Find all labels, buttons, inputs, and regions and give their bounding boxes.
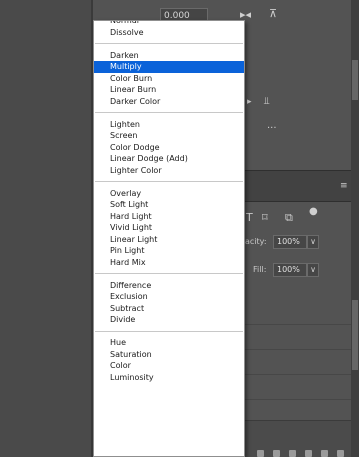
blend-mode-item-darken[interactable]: Darken [94, 50, 244, 62]
layer-row[interactable] [245, 325, 351, 350]
align-bottom-icon[interactable]: ⫫ [264, 96, 270, 108]
layer-row[interactable] [245, 300, 351, 325]
align-top-icon[interactable]: ⊼ [269, 8, 277, 20]
blend-mode-item-linear-burn[interactable]: Linear Burn [94, 84, 244, 96]
blend-mode-list: Normal Dissolve Darken Multiply Color Burn Li… [94, 21, 244, 384]
blend-mode-item-color-burn[interactable]: Color Burn [94, 73, 244, 85]
blend-mode-item-color[interactable]: Color [94, 360, 244, 372]
smart-object-filter-icon[interactable]: ⧉ [285, 212, 293, 224]
document-canvas[interactable] [0, 0, 93, 457]
blend-mode-item-multiply[interactable]: Multiply [94, 61, 244, 73]
blend-mode-item-exclusion[interactable]: Exclusion [94, 291, 244, 303]
scrollbar-thumb[interactable] [352, 60, 358, 100]
blend-mode-item-saturation[interactable]: Saturation [94, 349, 244, 361]
blend-mode-item-luminosity[interactable]: Luminosity [94, 372, 244, 384]
more-options-icon[interactable]: ... [267, 120, 277, 132]
fill-label: Fill: [253, 265, 267, 274]
blend-mode-item-dissolve[interactable]: Dissolve [94, 27, 244, 39]
scrollbar-thumb-lower[interactable] [352, 300, 358, 370]
menu-separator [94, 176, 244, 188]
blend-mode-item-pin-light[interactable]: Pin Light [94, 245, 244, 257]
blend-mode-item-overlay[interactable]: Overlay [94, 188, 244, 200]
menu-separator [94, 326, 244, 338]
opacity-dropdown-icon[interactable]: ∨ [307, 235, 319, 249]
shape-filter-icon[interactable]: ⌑ [262, 212, 268, 224]
menu-separator [94, 38, 244, 50]
blend-mode-dropdown[interactable]: Normal Dissolve Darken Multiply Color Burn Li… [93, 20, 245, 457]
link-layers-icon[interactable] [257, 450, 264, 457]
fill-dropdown-icon[interactable]: ∨ [307, 263, 319, 277]
blend-mode-item-hard-mix[interactable]: Hard Mix [94, 257, 244, 269]
opacity-label: acity: [245, 237, 267, 246]
layers-bottom-tools [245, 450, 351, 457]
new-group-icon[interactable] [321, 450, 328, 457]
fill-input[interactable]: 100% [273, 263, 307, 277]
blend-mode-item-lighter-color[interactable]: Lighter Color [94, 165, 244, 177]
photoshop-workspace: 0.000 ▸◂ ⊼ ▸ ⫫ ... ≡ T ⌑ ⧉ ● acity: 100%… [0, 0, 359, 457]
arrow-icon[interactable]: ▸ [247, 96, 252, 108]
panel-scrollbar[interactable] [351, 0, 359, 457]
blend-mode-item-hard-light[interactable]: Hard Light [94, 211, 244, 223]
blend-mode-item-screen[interactable]: Screen [94, 130, 244, 142]
blend-mode-item-divide[interactable]: Divide [94, 314, 244, 326]
opacity-input[interactable]: 100% [273, 235, 307, 249]
layer-row[interactable] [245, 375, 351, 400]
blend-mode-item-difference[interactable]: Difference [94, 280, 244, 292]
blend-mode-item-soft-light[interactable]: Soft Light [94, 199, 244, 211]
menu-separator [94, 268, 244, 280]
adjustment-layer-icon[interactable] [305, 450, 312, 457]
layer-style-icon[interactable] [273, 450, 280, 457]
panel-menu-icon[interactable]: ≡ [340, 180, 348, 192]
blend-mode-item-hue[interactable]: Hue [94, 337, 244, 349]
new-layer-icon[interactable] [337, 450, 344, 457]
menu-separator [94, 107, 244, 119]
blend-mode-item-linear-dodge-add[interactable]: Linear Dodge (Add) [94, 153, 244, 165]
layer-row[interactable] [245, 350, 351, 375]
blend-mode-item-lighten[interactable]: Lighten [94, 119, 244, 131]
blend-mode-item-darker-color[interactable]: Darker Color [94, 96, 244, 108]
blend-mode-item-linear-light[interactable]: Linear Light [94, 234, 244, 246]
blend-mode-item-subtract[interactable]: Subtract [94, 303, 244, 315]
type-filter-icon[interactable]: T [246, 212, 253, 224]
blend-mode-item-vivid-light[interactable]: Vivid Light [94, 222, 244, 234]
layer-mask-icon[interactable] [289, 450, 296, 457]
blend-mode-item-color-dodge[interactable]: Color Dodge [94, 142, 244, 154]
filter-toggle-icon[interactable]: ● [309, 206, 318, 218]
